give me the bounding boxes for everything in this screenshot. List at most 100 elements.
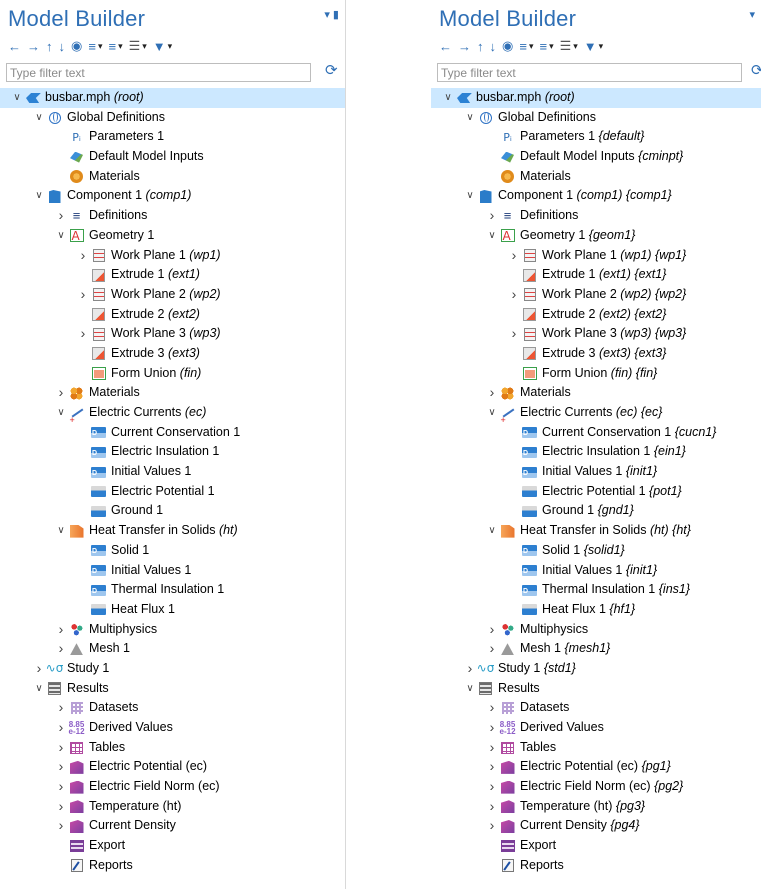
chevron-right-icon[interactable]: › bbox=[487, 738, 497, 758]
filter-input[interactable] bbox=[7, 64, 316, 82]
chevron-right-icon[interactable]: › bbox=[487, 797, 497, 817]
tree-node[interactable]: Current Conservation 1 bbox=[0, 423, 345, 444]
tree-node[interactable]: Materials bbox=[0, 167, 345, 187]
show-icon[interactable]: ◉ bbox=[71, 37, 82, 55]
tree-node[interactable]: ∨ Component 1 (comp1) bbox=[0, 186, 345, 206]
tree-node[interactable]: ∨ Component 1 (comp1) {comp1} bbox=[431, 186, 761, 206]
chevron-down-icon[interactable]: ∨ bbox=[12, 88, 22, 108]
tree-node[interactable]: ∨ Global Definitions bbox=[431, 108, 761, 128]
tree-node[interactable]: ∨ Geometry 1 {geom1} bbox=[431, 226, 761, 247]
expand-sort-icon[interactable]: ≡ ▾ bbox=[88, 37, 102, 55]
chevron-right-icon[interactable]: › bbox=[487, 816, 497, 836]
tree-node[interactable]: › Electric Field Norm (ec) bbox=[0, 777, 345, 797]
tree-node[interactable]: › ≡ Definitions bbox=[0, 206, 345, 226]
tree-node[interactable]: Extrude 2 (ext2) {ext2} bbox=[431, 305, 761, 325]
chevron-right-icon[interactable]: › bbox=[487, 698, 497, 718]
tree-node[interactable]: Extrude 3 (ext3) bbox=[0, 344, 345, 364]
arrow-right-icon[interactable]: → bbox=[458, 37, 471, 55]
arrow-up-icon[interactable]: ↑ bbox=[46, 37, 53, 55]
filter-icon[interactable]: ▼ ▾ bbox=[153, 37, 172, 55]
chevron-right-icon[interactable]: › bbox=[78, 246, 88, 266]
panel-pin-controls[interactable]: ▾ bbox=[749, 8, 755, 21]
chevron-right-icon[interactable]: › bbox=[487, 757, 497, 777]
show-icon[interactable]: ◉ bbox=[502, 37, 513, 55]
tree-node[interactable]: Export bbox=[0, 836, 345, 856]
chevron-right-icon[interactable]: › bbox=[56, 777, 66, 797]
chevron-down-icon[interactable]: ∨ bbox=[56, 521, 66, 541]
chevron-right-icon[interactable]: › bbox=[56, 639, 66, 659]
tree-node[interactable]: ∨ Heat Transfer in Solids (ht) {ht} bbox=[431, 521, 761, 541]
tree-node[interactable]: Heat Flux 1 {hf1} bbox=[431, 600, 761, 620]
tree-node[interactable]: Initial Values 1 {init1} bbox=[431, 462, 761, 483]
chevron-right-icon[interactable]: › bbox=[56, 718, 66, 738]
chevron-right-icon[interactable]: › bbox=[56, 383, 66, 403]
refresh-icon[interactable]: ⟳ bbox=[325, 61, 338, 79]
tree-node[interactable]: ∨ Heat Transfer in Solids (ht) bbox=[0, 521, 345, 541]
view-options-icon[interactable]: ☰ ▾ bbox=[129, 37, 147, 55]
tree-node[interactable]: Extrude 2 (ext2) bbox=[0, 305, 345, 325]
arrow-right-icon[interactable]: → bbox=[27, 37, 40, 55]
chevron-down-icon[interactable]: ∨ bbox=[56, 226, 66, 246]
chevron-down-icon[interactable]: ∨ bbox=[487, 403, 497, 423]
tree-node[interactable]: › Current Density bbox=[0, 816, 345, 836]
filter-icon[interactable]: ▼ ▾ bbox=[584, 37, 603, 55]
chevron-down-icon[interactable]: ∨ bbox=[34, 679, 44, 699]
chevron-right-icon[interactable]: › bbox=[56, 816, 66, 836]
tree-node[interactable]: ∨ Geometry 1 bbox=[0, 226, 345, 247]
tree-node[interactable]: Form Union (fin) {fin} bbox=[431, 364, 761, 384]
tree-node[interactable]: Electric Potential 1 bbox=[0, 482, 345, 502]
tree-node[interactable]: ∨ Results bbox=[0, 679, 345, 699]
tree-node[interactable]: Electric Insulation 1 bbox=[0, 442, 345, 464]
arrow-left-icon[interactable]: ← bbox=[439, 37, 452, 55]
tree-node[interactable]: › Temperature (ht) bbox=[0, 797, 345, 817]
tree-node[interactable]: › Work Plane 1 (wp1) bbox=[0, 246, 345, 266]
tree-node[interactable]: › ∿σ Study 1 {std1} bbox=[431, 659, 761, 679]
tree-node[interactable]: › ∿σ Study 1 bbox=[0, 659, 345, 679]
tree-node[interactable]: › Tables bbox=[0, 738, 345, 758]
tree-node[interactable]: Extrude 1 (ext1) {ext1} bbox=[431, 265, 761, 285]
tree-node[interactable]: › ≡ Definitions bbox=[431, 206, 761, 226]
tree-node[interactable]: › Work Plane 3 (wp3) bbox=[0, 324, 345, 344]
tree-node[interactable]: › Multiphysics bbox=[0, 620, 345, 640]
chevron-down-icon[interactable]: ∨ bbox=[487, 226, 497, 246]
chevron-right-icon[interactable]: › bbox=[34, 659, 44, 679]
chevron-right-icon[interactable]: › bbox=[509, 324, 519, 344]
tree-node[interactable]: ∨ busbar.mph (root) bbox=[0, 88, 345, 108]
tree-node[interactable]: Export bbox=[431, 836, 761, 856]
chevron-down-icon[interactable]: ∨ bbox=[465, 186, 475, 206]
tree-node[interactable]: › Datasets bbox=[0, 698, 345, 718]
tree-node[interactable]: › Electric Potential (ec) {pg1} bbox=[431, 757, 761, 777]
chevron-down-icon[interactable]: ∨ bbox=[56, 403, 66, 423]
chevron-right-icon[interactable]: › bbox=[56, 206, 66, 226]
chevron-right-icon[interactable]: › bbox=[56, 797, 66, 817]
tree-node[interactable]: › Mesh 1 bbox=[0, 639, 345, 659]
chevron-right-icon[interactable]: › bbox=[509, 285, 519, 305]
tree-node[interactable]: Solid 1 {solid1} bbox=[431, 541, 761, 562]
tree-node[interactable]: Initial Values 1 bbox=[0, 462, 345, 483]
tree-node[interactable]: › Work Plane 3 (wp3) {wp3} bbox=[431, 324, 761, 344]
chevron-right-icon[interactable]: › bbox=[56, 698, 66, 718]
tree-node[interactable]: › Work Plane 2 (wp2) bbox=[0, 285, 345, 305]
arrow-left-icon[interactable]: ← bbox=[8, 37, 21, 55]
chevron-right-icon[interactable]: › bbox=[487, 206, 497, 226]
chevron-right-icon[interactable]: › bbox=[56, 620, 66, 640]
chevron-right-icon[interactable]: › bbox=[487, 383, 497, 403]
tree-node[interactable]: Reports bbox=[431, 856, 761, 876]
chevron-right-icon[interactable]: › bbox=[487, 639, 497, 659]
chevron-right-icon[interactable]: › bbox=[56, 757, 66, 777]
chevron-right-icon[interactable]: › bbox=[487, 777, 497, 797]
tree-node[interactable]: Pᵢ Parameters 1 bbox=[0, 127, 345, 147]
chevron-right-icon[interactable]: › bbox=[56, 738, 66, 758]
tree-node[interactable]: › Multiphysics bbox=[431, 620, 761, 640]
tree-node[interactable]: › Datasets bbox=[431, 698, 761, 718]
chevron-down-icon[interactable]: ∨ bbox=[443, 88, 453, 108]
expand-sort-icon[interactable]: ≡ ▾ bbox=[519, 37, 533, 55]
tree-node[interactable]: Reports bbox=[0, 856, 345, 876]
tree-node[interactable]: Electric Potential 1 {pot1} bbox=[431, 482, 761, 502]
tree-node[interactable]: Pᵢ Parameters 1 {default} bbox=[431, 127, 761, 147]
tree-node[interactable]: Extrude 3 (ext3) {ext3} bbox=[431, 344, 761, 364]
chevron-down-icon[interactable]: ∨ bbox=[465, 679, 475, 699]
arrow-down-icon[interactable]: ↓ bbox=[59, 37, 66, 55]
collapse-sort-icon[interactable]: ≡ ▾ bbox=[539, 37, 553, 55]
tree-node[interactable]: ∨ Electric Currents (ec) {ec} bbox=[431, 403, 761, 430]
